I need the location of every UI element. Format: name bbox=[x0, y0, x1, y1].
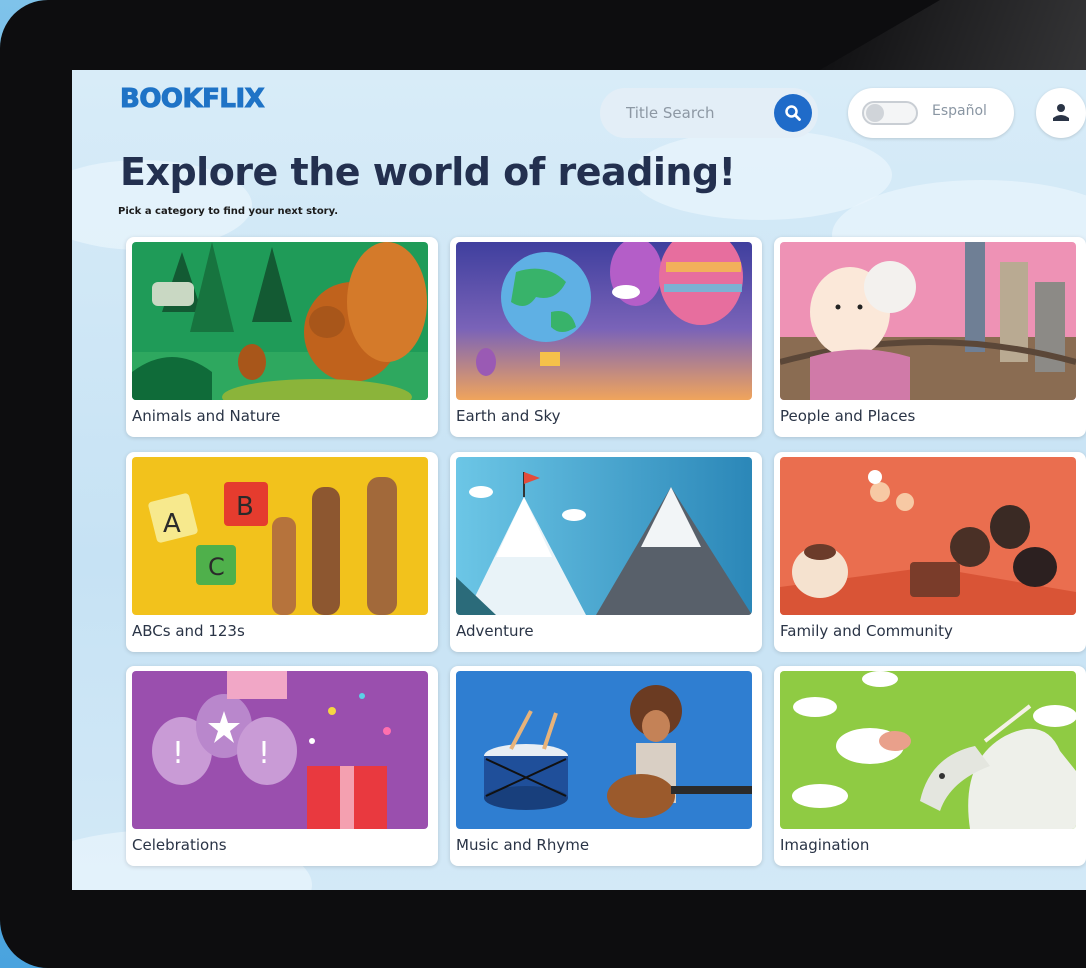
category-image bbox=[456, 457, 752, 615]
svg-text:B: B bbox=[236, 492, 254, 522]
page-subtitle: Pick a category to find your next story. bbox=[118, 206, 339, 217]
category-image bbox=[456, 671, 752, 829]
category-label: Earth and Sky bbox=[456, 407, 561, 425]
category-image bbox=[780, 671, 1076, 829]
app-screen: BOOKFLIX Español Explore the world of re… bbox=[72, 70, 1086, 890]
toggle-knob bbox=[866, 104, 884, 122]
category-label: People and Places bbox=[780, 407, 916, 425]
svg-text:A: A bbox=[163, 509, 181, 539]
page-title: Explore the world of reading! bbox=[120, 150, 736, 194]
category-image bbox=[780, 457, 1076, 615]
category-label: Animals and Nature bbox=[132, 407, 281, 425]
svg-text:!: ! bbox=[172, 736, 184, 771]
user-icon bbox=[1053, 104, 1069, 121]
title-search bbox=[600, 88, 818, 138]
language-label: Español bbox=[932, 103, 987, 119]
category-card-music[interactable]: Music and Rhyme bbox=[450, 666, 762, 866]
svg-text:!: ! bbox=[258, 736, 270, 771]
search-icon bbox=[785, 105, 801, 121]
category-image bbox=[780, 242, 1076, 400]
category-card-imagination[interactable]: Imagination bbox=[774, 666, 1086, 866]
category-label: Music and Rhyme bbox=[456, 836, 590, 854]
category-image: ! ! bbox=[132, 671, 428, 829]
language-toggle[interactable]: Español bbox=[848, 88, 1014, 138]
search-input[interactable] bbox=[600, 88, 770, 138]
category-card-adventure[interactable]: Adventure bbox=[450, 452, 762, 652]
search-button[interactable] bbox=[774, 94, 812, 132]
avatar-button[interactable] bbox=[1036, 88, 1086, 138]
category-card-abcs[interactable]: A B C ABCs and 123s bbox=[126, 452, 438, 652]
category-card-people-places[interactable]: People and Places bbox=[774, 237, 1086, 437]
category-card-celebrations[interactable]: ! ! Celebrations bbox=[126, 666, 438, 866]
bookflix-logo[interactable]: BOOKFLIX bbox=[119, 84, 265, 115]
category-card-earth-sky[interactable]: Earth and Sky bbox=[450, 237, 762, 437]
category-image bbox=[132, 242, 428, 400]
category-label: Family and Community bbox=[780, 622, 953, 640]
category-card-animals[interactable]: Animals and Nature bbox=[126, 237, 438, 437]
category-label: Adventure bbox=[456, 622, 534, 640]
category-image: A B C bbox=[132, 457, 428, 615]
category-label: Celebrations bbox=[132, 836, 227, 854]
category-label: ABCs and 123s bbox=[132, 622, 245, 640]
logo-text: BOOKFLIX bbox=[119, 84, 265, 115]
category-label: Imagination bbox=[780, 836, 870, 854]
toggle-switch[interactable] bbox=[862, 101, 918, 125]
svg-text:C: C bbox=[208, 553, 225, 581]
category-card-family[interactable]: Family and Community bbox=[774, 452, 1086, 652]
category-image bbox=[456, 242, 752, 400]
